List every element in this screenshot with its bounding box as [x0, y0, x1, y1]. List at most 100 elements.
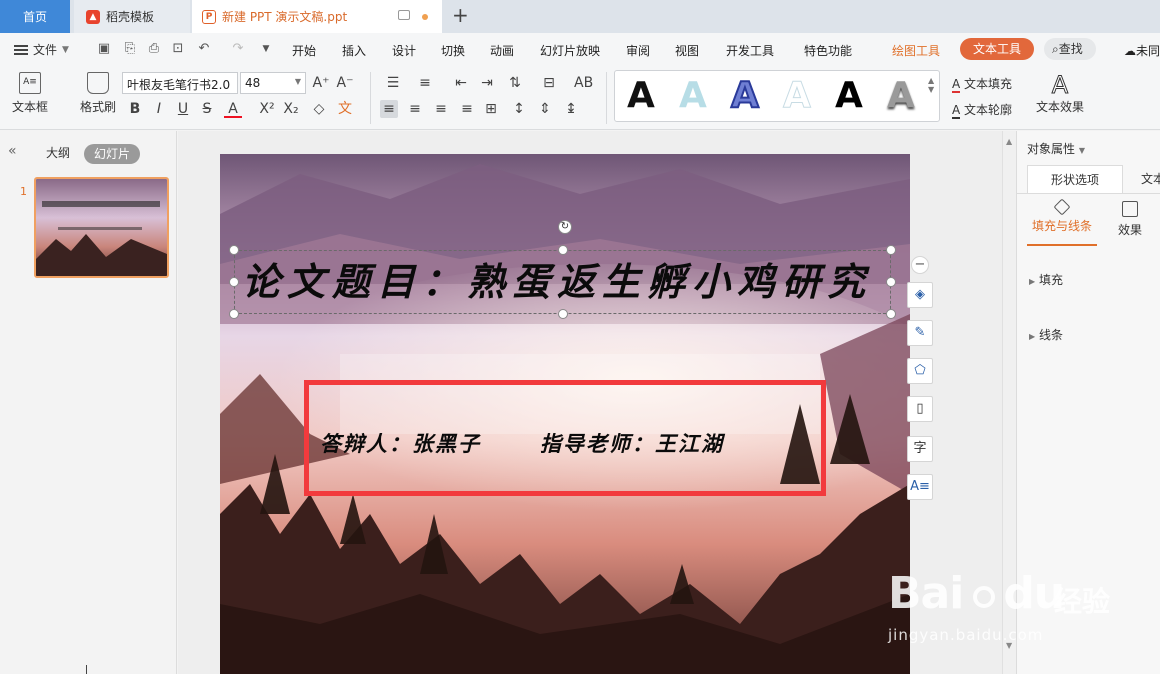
gallery-expand-icon[interactable]: ▲ ▼: [928, 76, 934, 94]
menu-design[interactable]: 设计: [392, 42, 416, 59]
justify-icon[interactable]: ≡: [458, 100, 476, 118]
tab-outline[interactable]: 大纲: [46, 144, 70, 161]
resize-handle-n[interactable]: [558, 245, 568, 255]
line-spacing-icon[interactable]: ↕: [510, 100, 528, 118]
columns-icon[interactable]: AB: [574, 74, 593, 92]
advisor-text[interactable]: 指导老师：王江湖: [540, 428, 724, 458]
align-text-icon[interactable]: ⊟: [540, 74, 558, 92]
outline-icon[interactable]: ▯: [907, 396, 933, 422]
text-direction-icon[interactable]: ⇅: [506, 74, 524, 92]
style-blue-outline-icon[interactable]: A: [730, 74, 760, 117]
pen-icon[interactable]: ✎: [907, 320, 933, 346]
text-style-gallery[interactable]: A A A A A A: [614, 70, 940, 122]
decrease-indent-icon[interactable]: ⇤: [452, 74, 470, 92]
sub-tab-fill-line[interactable]: 填充与线条: [1027, 198, 1097, 234]
distributed-icon[interactable]: ⊞: [482, 100, 500, 118]
tab-shape-options[interactable]: 形状选项: [1027, 165, 1123, 193]
tab-document[interactable]: P 新建 PPT 演示文稿.ppt: [192, 0, 442, 33]
format-painter-button[interactable]: 格式刷: [80, 72, 116, 115]
phonetic-guide-icon[interactable]: 文: [336, 100, 354, 118]
font-size-select[interactable]: 48 ▼: [240, 72, 306, 94]
menu-view[interactable]: 视图: [675, 42, 699, 59]
menu-home[interactable]: 开始: [292, 42, 316, 59]
menu-slideshow[interactable]: 幻灯片放映: [540, 42, 600, 59]
text-format-icon[interactable]: A≡: [907, 474, 933, 500]
resize-handle-nw[interactable]: [229, 245, 239, 255]
resize-handle-w[interactable]: [229, 277, 239, 287]
subscript-icon[interactable]: X₂: [282, 100, 300, 118]
panel-header[interactable]: 对象属性 ▼: [1027, 140, 1085, 157]
slide-title[interactable]: 论文题目：熟蛋返生孵小鸡研究: [242, 252, 892, 312]
resize-handle-se[interactable]: [886, 309, 896, 319]
text-wrap-icon[interactable]: 字: [907, 436, 933, 462]
rotate-handle-icon[interactable]: ↻: [558, 220, 572, 234]
text-outline-button[interactable]: A 文本轮廓: [952, 101, 1012, 119]
print-icon[interactable]: ⎙: [146, 41, 162, 57]
tab-template[interactable]: ▲ 稻壳模板: [74, 0, 190, 33]
customize-icon[interactable]: ▼: [258, 41, 274, 57]
menu-insert[interactable]: 插入: [342, 42, 366, 59]
scroll-up-icon[interactable]: ▲: [1006, 137, 1012, 146]
align-right-icon[interactable]: ≡: [432, 100, 450, 118]
menu-animation[interactable]: 动画: [490, 42, 514, 59]
style-white-icon[interactable]: A: [783, 75, 812, 117]
resize-handle-ne[interactable]: [886, 245, 896, 255]
save-icon[interactable]: ▣: [96, 41, 112, 57]
textbox-button[interactable]: A≡ 文本框: [12, 72, 48, 115]
bullets-icon[interactable]: ☰: [384, 74, 402, 92]
bold-icon[interactable]: B: [126, 100, 144, 118]
strikethrough-icon[interactable]: S: [198, 100, 216, 118]
collapse-tools-icon[interactable]: −: [911, 256, 929, 274]
increase-indent-icon[interactable]: ⇥: [478, 74, 496, 92]
superscript-icon[interactable]: X²: [258, 100, 276, 118]
align-center-icon[interactable]: ≡: [406, 100, 424, 118]
grow-font-icon[interactable]: A⁺: [312, 74, 330, 92]
monitor-icon[interactable]: [398, 10, 410, 20]
style-gray-icon[interactable]: A: [887, 75, 915, 117]
font-name-select[interactable]: 叶根友毛笔行书2.0: [122, 72, 238, 94]
menu-review[interactable]: 审阅: [626, 42, 650, 59]
tab-text-options[interactable]: 文本: [1131, 165, 1160, 193]
menu-drawing-tools[interactable]: 绘图工具: [892, 42, 940, 59]
print-preview-icon[interactable]: ⊡: [170, 41, 186, 57]
italic-icon[interactable]: I: [150, 100, 168, 118]
menu-developer[interactable]: 开发工具: [726, 42, 774, 59]
new-tab-button[interactable]: +: [452, 3, 469, 27]
resize-handle-s[interactable]: [558, 309, 568, 319]
collapse-panel-icon[interactable]: «: [8, 143, 17, 159]
undo-icon[interactable]: ↶: [196, 41, 212, 57]
style-lightblue-icon[interactable]: A: [679, 75, 707, 117]
text-outline-icon: A: [952, 103, 961, 119]
layers-icon[interactable]: ◈: [907, 282, 933, 308]
style-solid-black-icon[interactable]: A: [835, 75, 863, 117]
export-icon[interactable]: ⎘: [122, 41, 138, 57]
file-menu[interactable]: 文件 ▼: [14, 41, 69, 58]
spacing-options-icon[interactable]: ↨: [562, 100, 580, 118]
sub-tab-effects[interactable]: 效果: [1095, 201, 1160, 238]
resize-handle-sw[interactable]: [229, 309, 239, 319]
line-section[interactable]: ▶ 线条: [1029, 326, 1063, 343]
menu-special[interactable]: 特色功能: [804, 42, 852, 59]
fill-section[interactable]: ▶ 填充: [1029, 271, 1063, 288]
search-button[interactable]: ⌕查找: [1044, 38, 1096, 60]
underline-icon[interactable]: U: [174, 100, 192, 118]
cloud-sync-button[interactable]: ☁未同: [1124, 42, 1160, 59]
tab-slides[interactable]: 幻灯片: [84, 144, 140, 164]
menu-text-tools[interactable]: 文本工具: [960, 38, 1034, 60]
defender-text[interactable]: 答辩人：张黑子: [320, 428, 481, 458]
text-fill-button[interactable]: A 文本填充: [952, 75, 1012, 93]
paragraph-spacing-icon[interactable]: ⇕: [536, 100, 554, 118]
numbering-icon[interactable]: ≡: [416, 74, 434, 92]
text-effects-button[interactable]: A 文本效果: [1036, 72, 1084, 115]
eraser-icon[interactable]: ◇: [310, 100, 328, 118]
style-black-icon[interactable]: A: [627, 75, 655, 117]
shrink-font-icon[interactable]: A⁻: [336, 74, 354, 92]
resize-handle-e[interactable]: [886, 277, 896, 287]
font-color-icon[interactable]: A: [224, 100, 242, 118]
slide-thumbnail[interactable]: [34, 177, 169, 278]
fill-bucket-icon[interactable]: ⬠: [907, 358, 933, 384]
menu-transitions[interactable]: 切换: [441, 42, 465, 59]
align-left-icon[interactable]: ≡: [380, 100, 398, 118]
redo-icon[interactable]: ↷: [230, 41, 246, 57]
tab-home[interactable]: 首页: [0, 0, 70, 33]
